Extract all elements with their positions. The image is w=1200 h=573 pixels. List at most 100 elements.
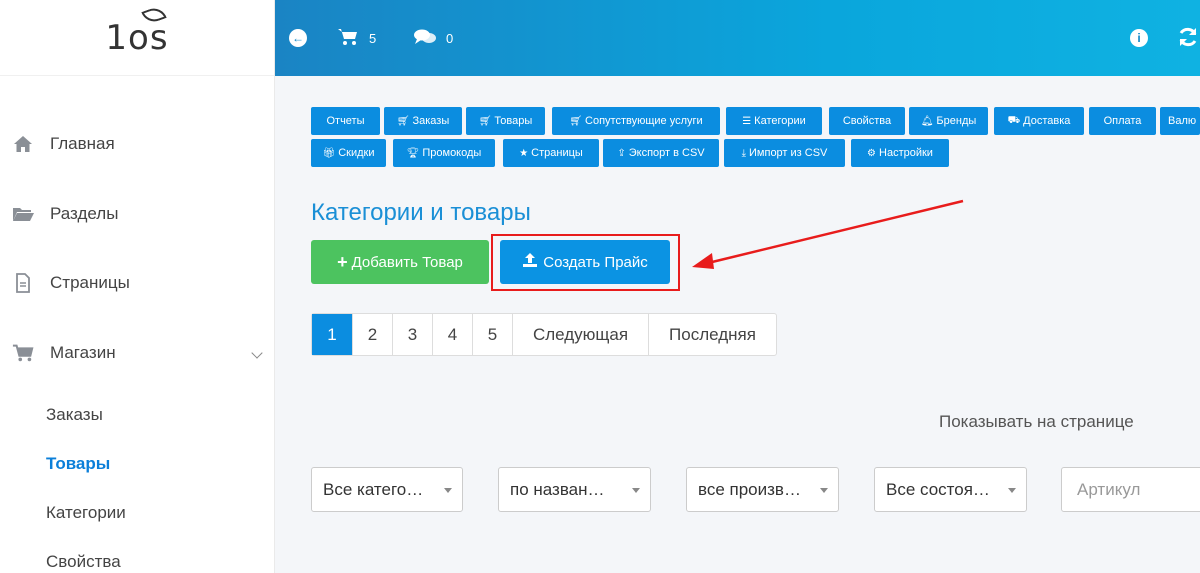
category-select-value: Все катего…	[323, 479, 424, 499]
add-product-button[interactable]: + Добавить Товар	[311, 240, 489, 284]
upload-icon	[522, 252, 538, 272]
sidebar-item-home[interactable]: Главная	[0, 128, 275, 160]
cart-icon	[12, 343, 34, 363]
back-button[interactable]: ←	[289, 0, 307, 76]
last-page-button[interactable]: Последняя	[648, 314, 776, 355]
tab-properties[interactable]: Свойства	[829, 107, 905, 135]
cart-count: 5	[369, 30, 377, 46]
sidebar-item-label: Страницы	[50, 273, 130, 292]
tab-label: Промокоды	[422, 147, 482, 159]
logo-text: 1os	[105, 17, 169, 58]
page-button[interactable]: 2	[352, 314, 392, 355]
home-icon	[12, 135, 34, 153]
tab-brands[interactable]: 🔔︎ Бренды	[909, 107, 988, 135]
plus-icon: +	[337, 251, 348, 272]
tab-label: Экспорт в CSV	[628, 147, 705, 159]
tab-export-csv[interactable]: ⇪ Экспорт в CSV	[603, 139, 719, 167]
refresh-icon	[1177, 26, 1199, 51]
cart-plus-icon: 🛒︎	[569, 115, 583, 127]
tab-label: Оплата	[1103, 115, 1142, 127]
top-bar: ← 5 0 i	[275, 0, 1200, 76]
tab-label: Импорт из CSV	[749, 147, 828, 159]
sidebar-item-label: Разделы	[50, 204, 119, 223]
cart-icon	[337, 28, 359, 49]
tab-promocodes[interactable]: 🏆︎ Промокоды	[393, 139, 495, 167]
messages-count: 0	[446, 30, 454, 46]
bell-icon: 🔔︎	[920, 115, 934, 127]
upload-icon: ⇪	[617, 147, 626, 159]
info-icon: i	[1130, 29, 1148, 47]
tab-label: Настройки	[879, 147, 933, 159]
producer-select-value: все произв…	[698, 479, 801, 499]
article-input[interactable]: Артикул	[1061, 467, 1200, 512]
tab-import-csv[interactable]: ⤓ Импорт из CSV	[724, 139, 845, 167]
tab-currency[interactable]: Валю	[1160, 107, 1200, 135]
page-button[interactable]: 3	[392, 314, 432, 355]
gear-icon: ⚙︎	[867, 147, 877, 159]
annotation-arrow	[692, 199, 964, 269]
sidebar-item-label: Магазин	[50, 343, 116, 362]
sidebar-item-sections[interactable]: Разделы	[0, 198, 275, 230]
chevron-down-icon	[251, 347, 263, 359]
next-page-button[interactable]: Следующая	[512, 314, 648, 355]
page-button[interactable]: 1	[312, 314, 352, 355]
tab-pages[interactable]: ★ Страницы	[503, 139, 599, 167]
messages-button[interactable]: 0	[413, 0, 453, 76]
sort-select[interactable]: по назван…	[498, 467, 651, 512]
tab-label: Свойства	[842, 115, 892, 127]
page-button[interactable]: 5	[472, 314, 512, 355]
tab-payment[interactable]: Оплата	[1089, 107, 1156, 135]
cart-icon: 🛒︎	[396, 115, 410, 127]
download-icon: ⤓	[741, 147, 747, 159]
producer-select[interactable]: все произв…	[686, 467, 839, 512]
tab-label: Категории	[754, 115, 806, 127]
page-button[interactable]: 4	[432, 314, 472, 355]
tab-label: Сопутствующие услуги	[585, 115, 703, 127]
sidebar-subitem-categories[interactable]: Категории	[46, 503, 126, 523]
info-button[interactable]: i	[1130, 0, 1148, 76]
sidebar-item-shop[interactable]: Магазин	[0, 337, 275, 369]
tab-label: Бренды	[936, 115, 977, 127]
tab-settings[interactable]: ⚙︎ Настройки	[851, 139, 949, 167]
tab-reports[interactable]: Отчеты	[311, 107, 380, 135]
tab-delivery[interactable]: ⛟ Доставка	[994, 107, 1084, 135]
file-icon	[12, 273, 34, 293]
tab-label: Валю	[1168, 115, 1197, 127]
logo[interactable]: 1os	[0, 0, 274, 76]
create-price-button[interactable]: Создать Прайс	[500, 240, 670, 284]
trophy-icon: 🏆︎	[406, 147, 420, 159]
sidebar-subitem-orders[interactable]: Заказы	[46, 405, 103, 425]
category-select[interactable]: Все катего…	[311, 467, 463, 512]
create-price-label: Создать Прайс	[543, 253, 648, 271]
caret-down-icon	[1008, 488, 1016, 493]
tab-discounts[interactable]: 🎁︎ Скидки	[311, 139, 386, 167]
sidebar-subitem-products[interactable]: Товары	[46, 454, 110, 474]
state-select[interactable]: Все состоя…	[874, 467, 1027, 512]
folder-icon	[12, 206, 34, 222]
tab-related-services[interactable]: 🛒︎ Сопутствующие услуги	[552, 107, 720, 135]
add-product-label: Добавить Товар	[351, 253, 463, 271]
cart-button[interactable]: 5	[337, 0, 376, 76]
arrow-left-icon: ←	[289, 29, 307, 47]
page-title: Категории и товары	[311, 199, 531, 226]
sidebar-item-pages[interactable]: Страницы	[0, 267, 275, 299]
sort-select-value: по назван…	[510, 479, 605, 499]
cart-icon: 🛒︎	[478, 115, 492, 127]
tab-label: Доставка	[1023, 115, 1071, 127]
tab-label: Страницы	[531, 147, 583, 159]
refresh-button[interactable]	[1177, 0, 1199, 76]
sidebar-subitem-properties[interactable]: Свойства	[46, 552, 121, 572]
pagination: 1 2 3 4 5 Следующая Последняя	[311, 313, 777, 356]
star-icon: ★	[519, 147, 529, 159]
tab-orders[interactable]: 🛒︎ Заказы	[384, 107, 462, 135]
comments-icon	[413, 28, 437, 49]
caret-down-icon	[444, 488, 452, 493]
tab-label: Скидки	[338, 147, 375, 159]
tab-label: Заказы	[412, 115, 450, 127]
tab-products[interactable]: 🛒︎ Товары	[466, 107, 545, 135]
caret-down-icon	[820, 488, 828, 493]
tab-categories[interactable]: ☰ Категории	[726, 107, 822, 135]
tab-label: Отчеты	[326, 115, 365, 127]
per-page-label: Показывать на странице	[939, 412, 1134, 431]
tab-label: Товары	[494, 115, 533, 127]
